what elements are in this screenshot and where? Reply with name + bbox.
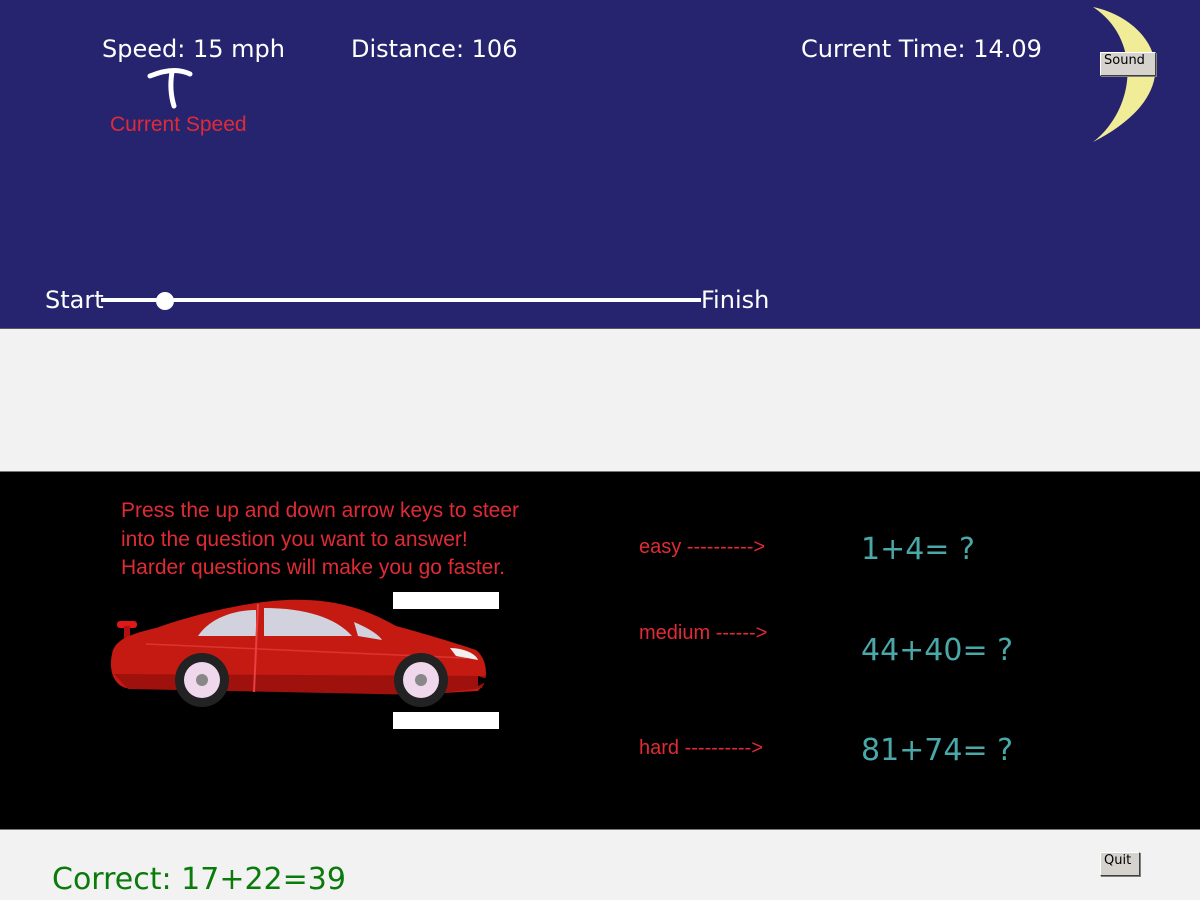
speed-readout: Speed: 15 mph [102,35,285,63]
sound-button[interactable]: Sound [1100,52,1156,76]
up-arrow-icon [147,68,193,109]
instruction-line: Press the up and down arrow keys to stee… [121,499,520,522]
start-label: Start [45,286,104,314]
difficulty-easy-label: easy ----------> [639,536,766,558]
instruction-line: Harder questions will make you go faster… [121,556,506,579]
current-time-readout: Current Time: 14.09 [801,35,1042,63]
current-speed-annotation: Current Speed [110,113,247,136]
finish-label: Finish [701,286,770,314]
hard-question: 81+74= ? [861,733,1014,768]
lane-marker-bottom [393,712,499,729]
distance-readout: Distance: 106 [351,35,518,63]
red-sports-car[interactable] [106,596,496,712]
quit-button[interactable]: Quit [1100,852,1140,876]
easy-question: 1+4= ? [861,532,975,567]
divider [0,328,1200,329]
difficulty-medium-label: medium ------> [639,622,768,644]
answer-feedback: Correct: 17+22=39 [52,862,346,897]
difficulty-hard-label: hard ----------> [639,737,763,759]
instruction-line: into the question you want to answer! [121,527,468,551]
medium-question: 44+40= ? [861,633,1014,668]
progress-track [101,298,701,302]
instructions-text: Press the up and down arrow keys to stee… [121,497,519,583]
